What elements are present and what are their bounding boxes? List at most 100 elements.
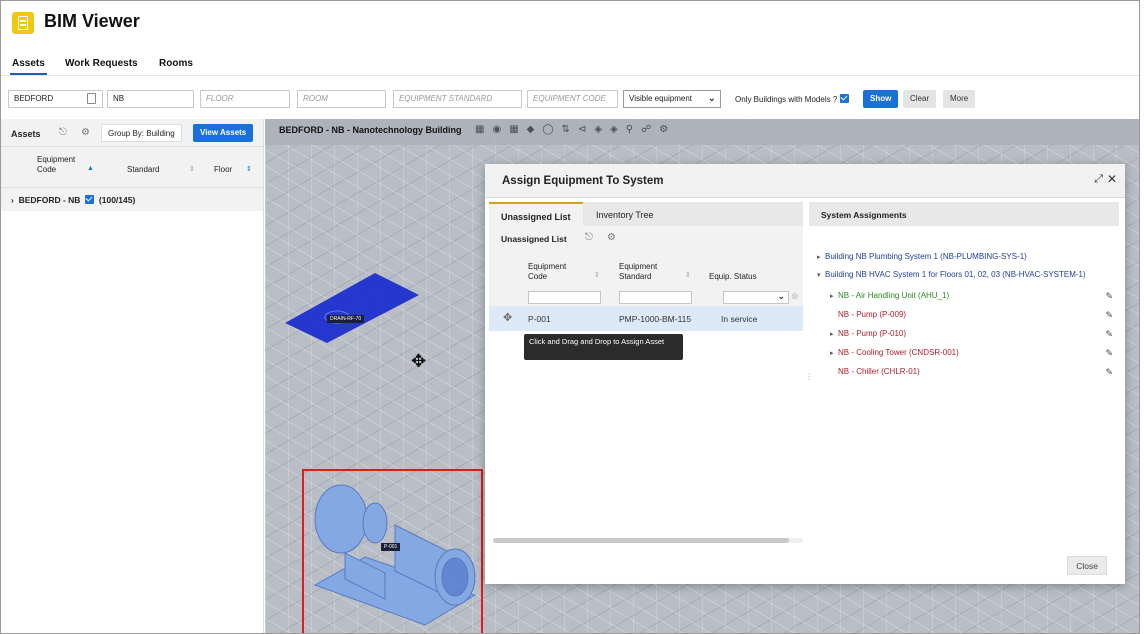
viewer-tool-icon[interactable]: ⊲	[578, 124, 594, 135]
app-logo-icon	[12, 12, 34, 34]
visibility-select[interactable]: Visible equipment ⌄	[623, 90, 721, 108]
tab-assets[interactable]: Assets	[10, 58, 47, 75]
export-icon[interactable]: ⎋	[59, 127, 67, 138]
viewer-tool-icon[interactable]: ◉	[492, 124, 509, 135]
tree-row-building[interactable]: › BEDFORD - NB (100/145)	[1, 187, 263, 211]
edit-pencil-icon[interactable]: ✎	[1105, 348, 1113, 359]
edit-pencil-icon[interactable]: ✎	[1105, 310, 1113, 321]
only-models-filter[interactable]: Only Buildings with Models ?	[735, 94, 849, 104]
table-row[interactable]: ✥ P-001 PMP-1000-BM-115 In service	[489, 306, 803, 331]
visibility-select-value: Visible equipment	[629, 94, 693, 103]
tab-work-requests[interactable]: Work Requests	[65, 58, 138, 69]
tree-toggle-icon[interactable]: ▾	[817, 271, 825, 279]
column-equipment-code[interactable]: Equipment Code	[37, 155, 87, 175]
tree-node[interactable]: ▸ NB - Cooling Tower (CNDSR-001) ✎	[830, 348, 1115, 359]
unassigned-tabs: Unassigned List Inventory Tree	[489, 202, 803, 226]
site-input[interactable]: BEDFORD	[8, 90, 103, 108]
building-count: (100/145)	[98, 195, 136, 205]
row-equipment-code: P-001	[528, 314, 551, 324]
sort-icon[interactable]: ▲	[87, 165, 94, 172]
column-floor[interactable]: Floor	[214, 165, 232, 175]
export-icon[interactable]: ⎋	[585, 232, 593, 243]
tree-toggle-icon[interactable]: ▸	[830, 292, 838, 300]
tab-unassigned-list[interactable]: Unassigned List	[489, 202, 583, 226]
scrollbar-thumb[interactable]	[493, 538, 789, 543]
tree-toggle-icon[interactable]: ▸	[817, 253, 825, 261]
horizontal-scrollbar[interactable]	[493, 538, 803, 543]
viewer-tool-icon[interactable]: ⚙	[659, 124, 676, 135]
equip-status-filter[interactable]: ⌄	[723, 291, 789, 304]
assets-toolbar: Assets ⎋ ⚙ Group By: Building View Asset…	[1, 119, 263, 147]
system-assignments-header: System Assignments	[809, 202, 1119, 226]
viewer-tools: ▦◉▦◆◯⇅⊲◈◈⚲☍⚙	[475, 124, 676, 135]
tree-node[interactable]: ▸ NB - Air Handling Unit (AHU_1) ✎	[830, 291, 1115, 302]
tree-node-label: NB - Chiller (CHLR-01)	[838, 367, 920, 376]
more-button[interactable]: More	[943, 90, 976, 108]
sort-icon[interactable]: ⇕	[246, 165, 252, 173]
equipment-code-input[interactable]: EQUIPMENT CODE	[527, 90, 618, 108]
tab-inventory-tree[interactable]: Inventory Tree	[584, 202, 666, 226]
room-input[interactable]: ROOM	[297, 90, 386, 108]
show-button[interactable]: Show	[863, 90, 899, 108]
viewer-tool-icon[interactable]: ▦	[475, 124, 492, 135]
drain-plane[interactable]	[285, 273, 419, 343]
viewer-tool-icon[interactable]: ▦	[509, 124, 526, 135]
clear-filter-icon[interactable]: ⊗	[791, 291, 799, 302]
gear-icon[interactable]: ⚙	[81, 127, 90, 138]
view-assets-button[interactable]: View Assets	[193, 124, 254, 142]
chevron-down-icon: ⌄	[707, 93, 716, 104]
tree-node[interactable]: NB - Chiller (CHLR-01) ✎	[830, 367, 1115, 378]
close-icon[interactable]: ✕	[1107, 172, 1117, 186]
column-standard[interactable]: Standard	[127, 165, 159, 175]
list-picker-icon[interactable]	[87, 93, 96, 104]
column-equip-status[interactable]: Equip. Status	[709, 272, 757, 282]
viewer-tool-icon[interactable]: ⚲	[626, 124, 641, 135]
building-label: BEDFORD - NB	[18, 195, 81, 205]
close-button[interactable]: Close	[1067, 556, 1107, 575]
chevron-right-icon[interactable]: ›	[11, 195, 14, 205]
sort-icon[interactable]: ⇕	[685, 271, 691, 279]
pump-label: P-001	[381, 543, 401, 551]
edit-pencil-icon[interactable]: ✎	[1105, 291, 1113, 302]
building-checkbox[interactable]	[85, 195, 95, 204]
tab-rooms[interactable]: Rooms	[159, 58, 193, 69]
group-by-button[interactable]: Group By: Building	[101, 124, 182, 142]
building-input[interactable]: NB	[107, 90, 194, 108]
tree-node[interactable]: ▸ NB - Pump (P-010) ✎	[830, 329, 1115, 340]
edit-pencil-icon[interactable]: ✎	[1105, 367, 1113, 378]
gear-icon[interactable]: ⚙	[607, 232, 616, 243]
assets-table-header: Equipment Code ▲ Standard ⇕ Floor ⇕	[1, 147, 263, 187]
viewer-tool-icon[interactable]: ◆	[527, 124, 543, 135]
column-equipment-code[interactable]: Equipment Code	[528, 262, 578, 282]
viewer-tool-icon[interactable]: ◈	[610, 124, 626, 135]
viewer-tool-icon[interactable]: ⇅	[562, 124, 578, 135]
drag-tooltip: Click and Drag and Drop to Assign Asset	[524, 334, 683, 360]
only-models-checkbox[interactable]	[839, 94, 849, 103]
drag-handle-icon[interactable]: ✥	[503, 311, 512, 324]
equipment-code-filter[interactable]	[528, 291, 601, 304]
app-window: BIM Viewer Assets Work Requests Rooms BE…	[0, 0, 1140, 634]
tree-node[interactable]: NB - Pump (P-009) ✎	[830, 310, 1115, 321]
main-tabs: Assets Work Requests Rooms	[1, 49, 1139, 75]
tree-toggle-icon[interactable]: ▸	[830, 349, 838, 357]
floor-input[interactable]: FLOOR	[200, 90, 290, 108]
sort-icon[interactable]: ⇕	[189, 165, 195, 173]
viewer-tool-icon[interactable]: ◯	[542, 124, 561, 135]
only-models-label: Only Buildings with Models ?	[735, 95, 838, 104]
dialog-header: Assign Equipment To System ⤢ ✕	[485, 164, 1125, 198]
clear-button[interactable]: Clear	[903, 90, 937, 108]
viewer-tool-icon[interactable]: ☍	[641, 124, 659, 135]
equipment-standard-input[interactable]: EQUIPMENT STANDARD	[393, 90, 522, 108]
column-equipment-standard[interactable]: Equipment Standard	[619, 262, 679, 282]
sort-icon[interactable]: ⇕	[594, 271, 600, 279]
viewer-toolbar: BEDFORD - NB - Nanotechnology Building ▦…	[265, 119, 1139, 145]
selection-highlight-box	[302, 469, 483, 633]
tree-node[interactable]: ▸ Building NB Plumbing System 1 (NB-PLUMB…	[817, 252, 1117, 261]
equipment-standard-filter[interactable]	[619, 291, 692, 304]
viewer-tool-icon[interactable]: ◈	[594, 124, 610, 135]
edit-pencil-icon[interactable]: ✎	[1105, 329, 1113, 340]
tree-node[interactable]: ▾ Building NB HVAC System 1 for Floors 01…	[817, 270, 1117, 279]
tree-node-label: Building NB Plumbing System 1 (NB-PLUMBI…	[825, 252, 1027, 261]
tree-toggle-icon[interactable]: ▸	[830, 330, 838, 338]
expand-icon[interactable]: ⤢	[1094, 173, 1103, 186]
